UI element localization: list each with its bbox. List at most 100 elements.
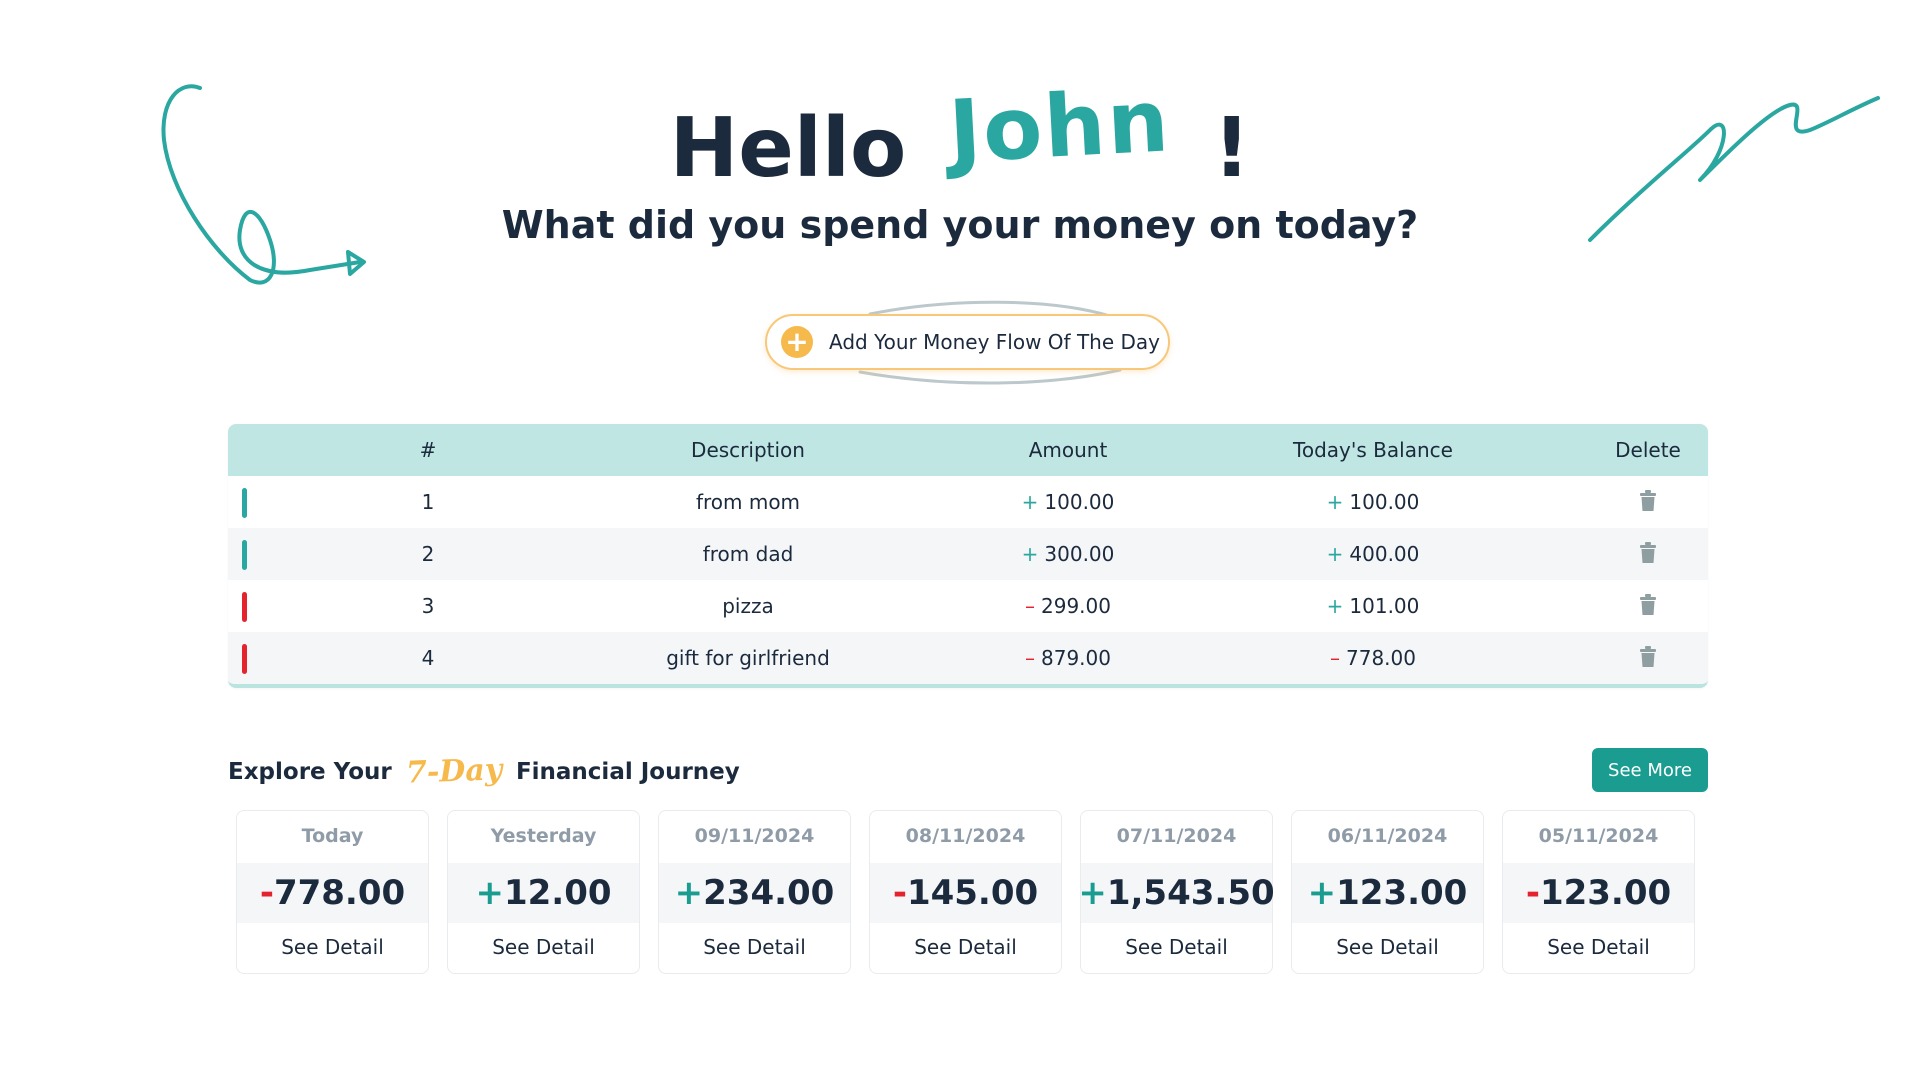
journey-title: Explore Your 7-Day Financial Journey (228, 752, 740, 791)
table-row: 1 from mom +100.00 +100.00 (228, 476, 1708, 528)
day-card-sign: - (892, 873, 907, 913)
day-card: Yesterday +12.00 See Detail (447, 810, 640, 974)
row-amount: +100.00 (928, 490, 1208, 514)
add-money-flow-wrapper: + Add Your Money Flow Of The Day (760, 300, 1180, 385)
trash-icon[interactable] (1639, 646, 1657, 673)
day-card-date: 08/11/2024 (905, 825, 1026, 847)
day-card-value: -778.00 (237, 863, 428, 923)
greeting-exclaim: ! (1213, 101, 1251, 196)
day-card-sign: + (1078, 873, 1107, 913)
amount-value: 300.00 (1044, 542, 1115, 566)
balance-value: 778.00 (1346, 646, 1416, 670)
row-description: pizza (722, 594, 774, 618)
journey-header: Explore Your 7-Day Financial Journey See… (228, 748, 1708, 798)
day-card: 06/11/2024 +123.00 See Detail (1291, 810, 1484, 974)
row-amount: –299.00 (928, 594, 1208, 618)
type-indicator (242, 592, 247, 622)
journey-title-end: Financial Journey (515, 758, 740, 785)
day-card-value: -145.00 (870, 863, 1061, 923)
see-detail-link[interactable]: See Detail (870, 935, 1061, 959)
trash-icon[interactable] (1639, 542, 1657, 569)
plus-circle-icon: + (781, 326, 813, 358)
amount-sign: + (1021, 490, 1039, 514)
day-card-value: +234.00 (659, 863, 850, 923)
transactions-table: # Description Amount Today's Balance Del… (228, 424, 1708, 688)
row-number: 3 (421, 594, 435, 618)
greeting-text: Hello (669, 101, 907, 196)
table-body: 1 from mom +100.00 +100.00 2 from dad +300.00 +… (228, 476, 1708, 684)
row-delete (1528, 542, 1708, 569)
day-card-value: +1,543.50 (1078, 863, 1275, 923)
row-amount: –879.00 (928, 646, 1208, 670)
type-indicator (242, 540, 247, 570)
amount-sign: – (1025, 594, 1035, 618)
day-card-value: -123.00 (1503, 863, 1694, 923)
see-detail-link[interactable]: See Detail (448, 935, 639, 959)
balance-value: 101.00 (1349, 594, 1420, 618)
day-card-date: 05/11/2024 (1538, 825, 1659, 847)
balance-sign: + (1326, 490, 1344, 514)
trash-icon[interactable] (1639, 594, 1657, 621)
balance-sign: + (1326, 542, 1344, 566)
see-detail-link[interactable]: See Detail (659, 935, 850, 959)
day-card-amount: 145.00 (906, 873, 1039, 913)
row-balance: +400.00 (1213, 542, 1533, 566)
balance-value: 400.00 (1349, 542, 1420, 566)
day-card-date: Yesterday (490, 825, 597, 847)
amount-sign: + (1021, 542, 1039, 566)
balance-value: 100.00 (1349, 490, 1420, 514)
day-card-date: 09/11/2024 (694, 825, 815, 847)
day-card-sign: + (674, 873, 704, 913)
add-money-flow-label: Add Your Money Flow Of The Day (829, 330, 1160, 354)
amount-value: 299.00 (1041, 594, 1111, 618)
day-card-amount: 12.00 (503, 873, 612, 913)
row-description: gift for girlfriend (666, 646, 830, 670)
day-card: 07/11/2024 +1,543.50 See Detail (1078, 810, 1275, 974)
day-card-date: 07/11/2024 (1116, 825, 1237, 847)
add-money-flow-button[interactable]: + Add Your Money Flow Of The Day (765, 314, 1170, 370)
row-number: 2 (421, 542, 435, 566)
greeting-heading: Hello John ! (0, 71, 1920, 196)
row-amount: +300.00 (928, 542, 1208, 566)
see-more-button[interactable]: See More (1592, 748, 1708, 792)
trash-icon[interactable] (1639, 490, 1657, 517)
balance-sign: – (1330, 646, 1340, 670)
seven-day-highlight: 7-Day (405, 752, 503, 791)
see-detail-link[interactable]: See Detail (1503, 935, 1694, 959)
type-indicator (242, 644, 247, 674)
day-card-value: +12.00 (448, 863, 639, 923)
day-card-amount: 123.00 (1539, 873, 1672, 913)
balance-sign: + (1326, 594, 1344, 618)
column-header-balance: Today's Balance (1293, 438, 1453, 462)
see-detail-link[interactable]: See Detail (1292, 935, 1483, 959)
amount-sign: – (1025, 646, 1035, 670)
table-row: 4 gift for girlfriend –879.00–778.00 (228, 632, 1708, 684)
day-card-amount: 234.00 (703, 873, 835, 913)
day-card-amount: 1,543.50 (1106, 873, 1275, 913)
table-header: # Description Amount Today's Balance Del… (228, 424, 1708, 476)
table-row: 3 pizza –299.00 +101.00 (228, 580, 1708, 632)
row-balance: +100.00 (1213, 490, 1533, 514)
column-header-description: Description (691, 438, 805, 462)
row-balance: –778.00 (1213, 646, 1533, 670)
row-number: 4 (421, 646, 435, 670)
day-card-value: +123.00 (1292, 863, 1483, 923)
row-number: 1 (421, 490, 435, 514)
day-card-amount: 778.00 (273, 873, 406, 913)
day-card: 09/11/2024 +234.00 See Detail (658, 810, 851, 974)
day-card: 05/11/2024 -123.00 See Detail (1502, 810, 1695, 974)
column-header-number: # (419, 438, 437, 462)
row-description: from dad (702, 542, 794, 566)
row-delete (1528, 646, 1708, 673)
row-balance: +101.00 (1213, 594, 1533, 618)
see-detail-link[interactable]: See Detail (1081, 935, 1272, 959)
row-delete (1528, 594, 1708, 621)
row-delete (1528, 490, 1708, 517)
daily-cards: Today -778.00 See Detail Yesterday +12.00 See… (236, 810, 1704, 974)
amount-value: 879.00 (1041, 646, 1111, 670)
row-description: from mom (695, 490, 801, 514)
see-detail-link[interactable]: See Detail (237, 935, 428, 959)
day-card-sign: - (1525, 873, 1540, 913)
column-header-delete: Delete (1615, 438, 1681, 462)
type-indicator (242, 488, 247, 518)
